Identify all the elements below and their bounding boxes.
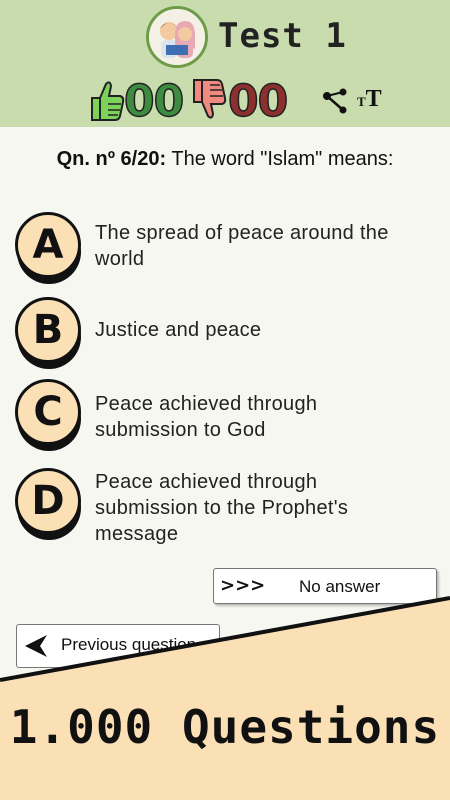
thumbs-up-icon — [91, 81, 125, 121]
back-arrow-icon — [25, 635, 47, 657]
option-letter: C — [15, 379, 81, 445]
option-a-text[interactable]: The spread of peace around the world — [95, 220, 425, 272]
promo-headline: 1.000 Questions — [9, 700, 441, 754]
share-icon[interactable] — [322, 88, 348, 114]
option-letter: D — [15, 468, 81, 534]
header: Test 1 00 00 TT — [0, 0, 450, 128]
option-a[interactable]: A The spread of peace around the world — [15, 212, 445, 292]
option-letter: B — [15, 297, 81, 363]
question-body: The word "Islam" means: — [166, 148, 394, 170]
question-number: Qn. nº 6/20: — [56, 148, 167, 170]
option-d[interactable]: D Peace achieved through submission to t… — [15, 468, 445, 548]
wrong-count: 00 — [227, 75, 289, 128]
option-c[interactable]: C Peace achieved through submission to G… — [15, 379, 445, 459]
option-letter: A — [15, 212, 81, 278]
no-answer-label: No answer — [299, 577, 381, 596]
test-title: Test 1 — [218, 16, 347, 56]
option-d-text[interactable]: Peace achieved through submission to the… — [95, 469, 425, 547]
option-c-badge[interactable]: C — [15, 379, 81, 453]
previous-question-button[interactable]: Previous question — [16, 624, 220, 668]
skip-arrows-icon: >>> — [220, 575, 266, 596]
option-a-badge[interactable]: A — [15, 212, 81, 286]
question-text: Qn. nº 6/20: The word "Islam" means: — [0, 148, 450, 171]
correct-count: 00 — [123, 75, 185, 128]
option-c-text[interactable]: Peace achieved through submission to God — [95, 391, 425, 443]
font-size-icon[interactable]: TT — [357, 86, 382, 113]
option-d-badge[interactable]: D — [15, 468, 81, 542]
thumbs-down-icon — [193, 79, 227, 119]
option-b[interactable]: B Justice and peace — [15, 297, 445, 377]
score-row: 00 00 — [0, 75, 450, 128]
previous-question-label: Previous question — [61, 635, 197, 654]
kids-reading-avatar — [146, 6, 208, 68]
no-answer-button[interactable]: >>> No answer — [213, 568, 437, 604]
option-b-text[interactable]: Justice and peace — [95, 317, 425, 343]
option-b-badge[interactable]: B — [15, 297, 81, 371]
